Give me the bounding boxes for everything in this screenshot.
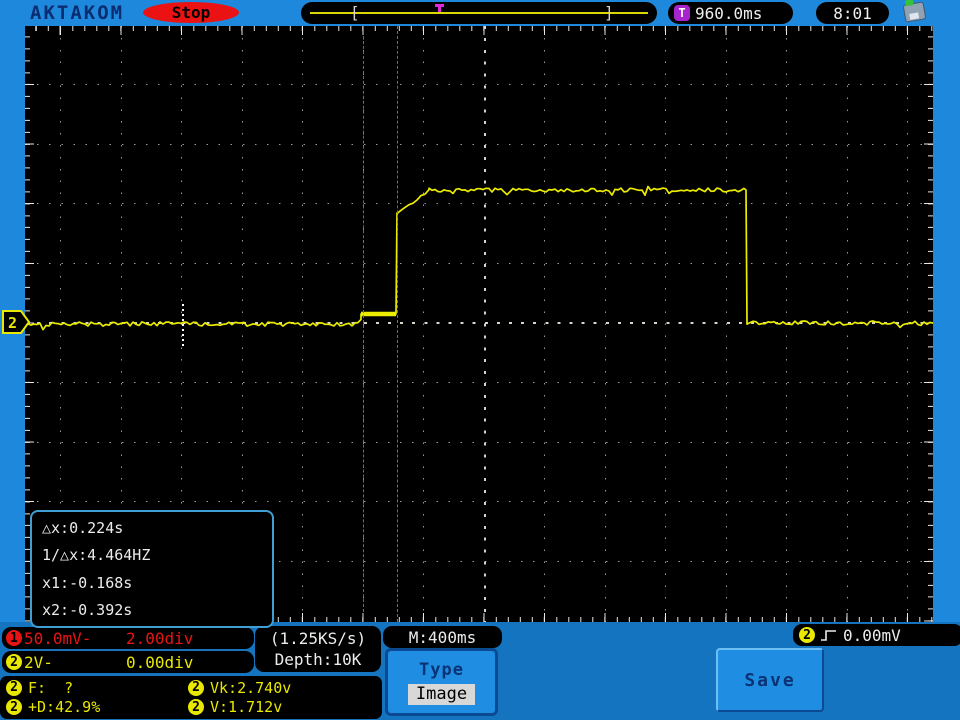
measurement-frequency: 2 F: ?: [6, 678, 188, 698]
trigger-info-box: 2 0.00mV: [793, 624, 960, 646]
run-status-badge: Stop: [143, 2, 239, 23]
trigger-level: 0.00mV: [843, 625, 901, 645]
clock: 8:01: [816, 2, 889, 24]
trigger-source-badge: 2: [799, 627, 815, 643]
cursor-readout-box: △x:0.224s 1/△x:4.464HZ x1:-0.168s x2:-0.…: [30, 510, 274, 628]
svg-text:2: 2: [8, 314, 17, 332]
window-bracket-left: [: [350, 3, 360, 22]
trigger-point-marker: [182, 304, 184, 346]
brand-logo: AKTAKOM: [30, 2, 125, 24]
channel2-position: 0.00div: [126, 652, 194, 672]
channel1-scale: 50.0mV-: [24, 628, 92, 648]
type-value-image: Image: [407, 683, 476, 705]
memory-depth: Depth:10K: [274, 650, 362, 670]
trigger-time-value: 960.0ms: [695, 4, 763, 23]
channel2-info-box: 2 2V- 0.00div: [2, 651, 254, 673]
channel2-scale: 2V-: [24, 652, 53, 672]
oscilloscope-screen: AKTAKOM Stop [ ] T 960.0ms 8:01 △x:0.224: [0, 0, 960, 720]
cursor-inv-dx: 1/△x:4.464HZ: [42, 546, 151, 565]
measurement-vk: 2 Vk:2.740v: [188, 678, 382, 698]
trigger-position-marker[interactable]: [435, 4, 444, 12]
waveform-display: △x:0.224s 1/△x:4.464HZ x1:-0.168s x2:-0.…: [25, 26, 933, 628]
channel1-badge: 1: [6, 630, 22, 646]
horizontal-position-indicator[interactable]: [ ]: [301, 2, 657, 24]
cursor-x2-line[interactable]: [397, 26, 398, 622]
trigger-t-icon: T: [674, 5, 690, 21]
channel1-position: 2.00div: [126, 628, 194, 648]
measurement-voltage: 2 V:1.712v: [188, 698, 382, 718]
trigger-time-box: T 960.0ms: [668, 2, 793, 24]
usb-storage-icon: [902, 1, 927, 23]
cursor-x2: x2:-0.392s: [42, 600, 133, 619]
channel2-badge: 2: [6, 654, 22, 670]
save-button[interactable]: Save: [716, 648, 824, 712]
cursor-dx: △x:0.224s: [42, 519, 124, 537]
sample-rate: (1.25KS/s): [269, 628, 367, 648]
window-bracket-right: ]: [604, 3, 614, 22]
type-button[interactable]: Type Image: [385, 648, 498, 716]
cursor-x1-line[interactable]: [363, 26, 364, 622]
measurements-box: 2 F: ? 2 Vk:2.740v 2 +D:42.9% 2 V:1.712v: [0, 676, 382, 719]
channel2-position-marker[interactable]: 2: [2, 310, 32, 334]
timebase-box: M:400ms: [383, 626, 502, 648]
channel1-info-box: 1 50.0mV- 2.00div: [2, 627, 254, 649]
top-status-bar: AKTAKOM Stop [ ] T 960.0ms 8:01: [0, 0, 960, 26]
measurement-duty: 2 +D:42.9%: [6, 698, 188, 718]
memory-bar: [310, 12, 648, 14]
cursor-x1: x1:-0.168s: [42, 573, 133, 592]
bottom-status-bar: 1 50.0mV- 2.00div 2 2V- 0.00div (1.25KS/…: [0, 622, 960, 720]
rising-edge-icon: [821, 629, 836, 641]
acquisition-info-box: (1.25KS/s) Depth:10K: [255, 626, 381, 672]
